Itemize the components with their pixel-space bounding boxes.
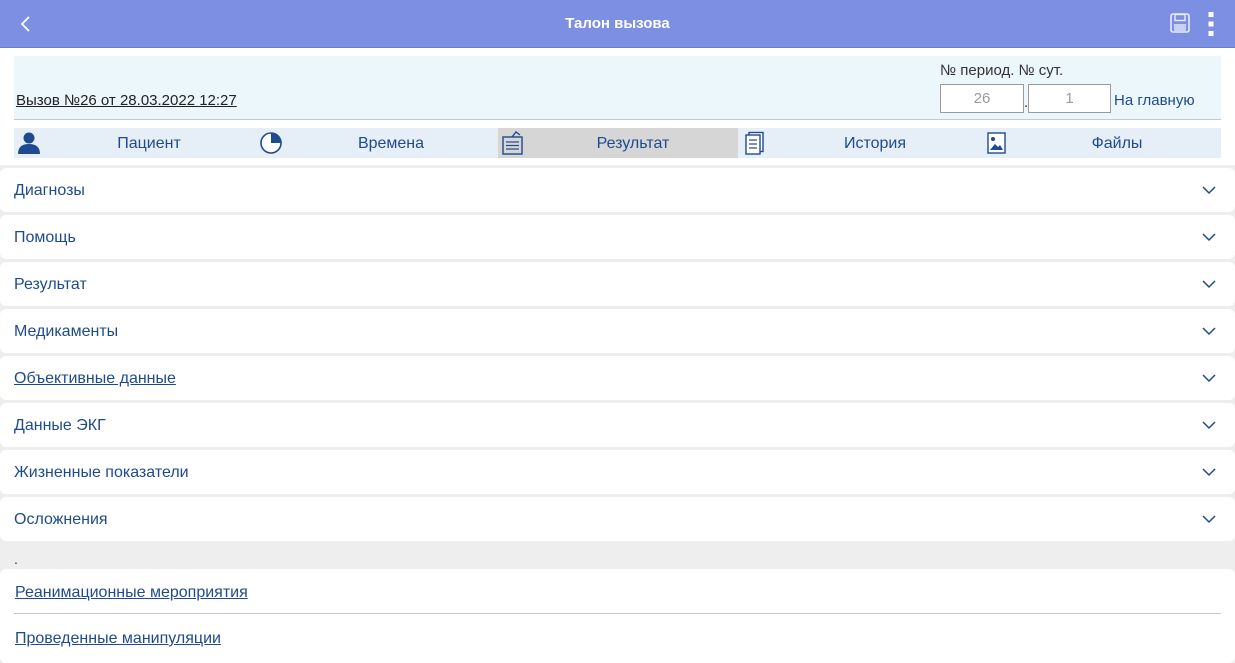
app-bar: Талон вызова [0,0,1235,48]
clipboard-icon [502,131,523,155]
section-medications[interactable]: Медикаменты [0,309,1235,353]
chevron-down-icon [1202,327,1216,336]
section-vital-signs[interactable]: Жизненные показатели [0,450,1235,494]
manipulations-link[interactable]: Проведенные манипуляции [15,630,221,648]
section-label: Объективные данные [14,370,176,387]
person-icon [18,132,40,154]
section-label: Данные ЭКГ [14,417,106,434]
separator-text: . [14,551,18,567]
chevron-down-icon [1202,186,1216,195]
section-help[interactable]: Помощь [0,215,1235,259]
floppy-disk-icon[interactable] [1169,12,1191,34]
tab-bar: Пациент Времена Результат История Файлы [14,128,1221,158]
pie-clock-icon [260,132,282,154]
image-file-icon [987,132,1006,154]
page-title: Талон вызова [565,15,670,32]
tab-history[interactable]: История [740,128,980,158]
chevron-down-icon [1202,233,1216,242]
chevron-down-icon [1202,421,1216,430]
divider [14,613,1221,614]
period-label: № период. № сут. [940,62,1064,79]
home-link[interactable]: На главную [1114,92,1195,109]
document-list-icon [745,131,764,155]
section-diagnoses[interactable]: Диагнозы [0,168,1235,212]
tab-label: Файлы [1091,135,1143,152]
period-number-field[interactable]: 26 [940,84,1024,113]
resuscitation-link[interactable]: Реанимационные мероприятия [15,584,248,602]
more-vertical-icon[interactable] [1203,10,1219,38]
chevron-down-icon [1202,515,1216,524]
section-label: Результат [14,276,87,293]
bottom-links-panel: Реанимационные мероприятия Проведенные м… [0,569,1235,663]
tab-label: Времена [357,135,425,152]
call-info-box: Вызов №26 от 28.03.2022 12:27 № период. … [14,56,1221,120]
day-number-field[interactable]: 1 [1028,84,1111,113]
call-header: Вызов №26 от 28.03.2022 12:27 № период. … [0,48,1235,165]
tab-patient[interactable]: Пациент [14,128,254,158]
section-label: Осложнения [14,511,108,528]
tab-result[interactable]: Результат [498,128,738,158]
section-label: Жизненные показатели [14,464,189,481]
section-objective-data[interactable]: Объективные данные [0,356,1235,400]
tab-label: Пациент [117,135,181,152]
tab-label: История [843,135,907,152]
section-ecg-data[interactable]: Данные ЭКГ [0,403,1235,447]
chevron-down-icon [1202,374,1216,383]
chevron-down-icon [1202,280,1216,289]
section-label: Медикаменты [14,323,119,340]
tab-times[interactable]: Времена [256,128,496,158]
section-label: Диагнозы [14,182,85,199]
section-result[interactable]: Результат [0,262,1235,306]
tab-files[interactable]: Файлы [982,128,1222,158]
call-title[interactable]: Вызов №26 от 28.03.2022 12:27 [16,92,237,109]
chevron-down-icon [1202,468,1216,477]
section-label: Помощь [14,229,76,246]
section-complications[interactable]: Осложнения [0,497,1235,541]
tab-label: Результат [596,135,670,152]
